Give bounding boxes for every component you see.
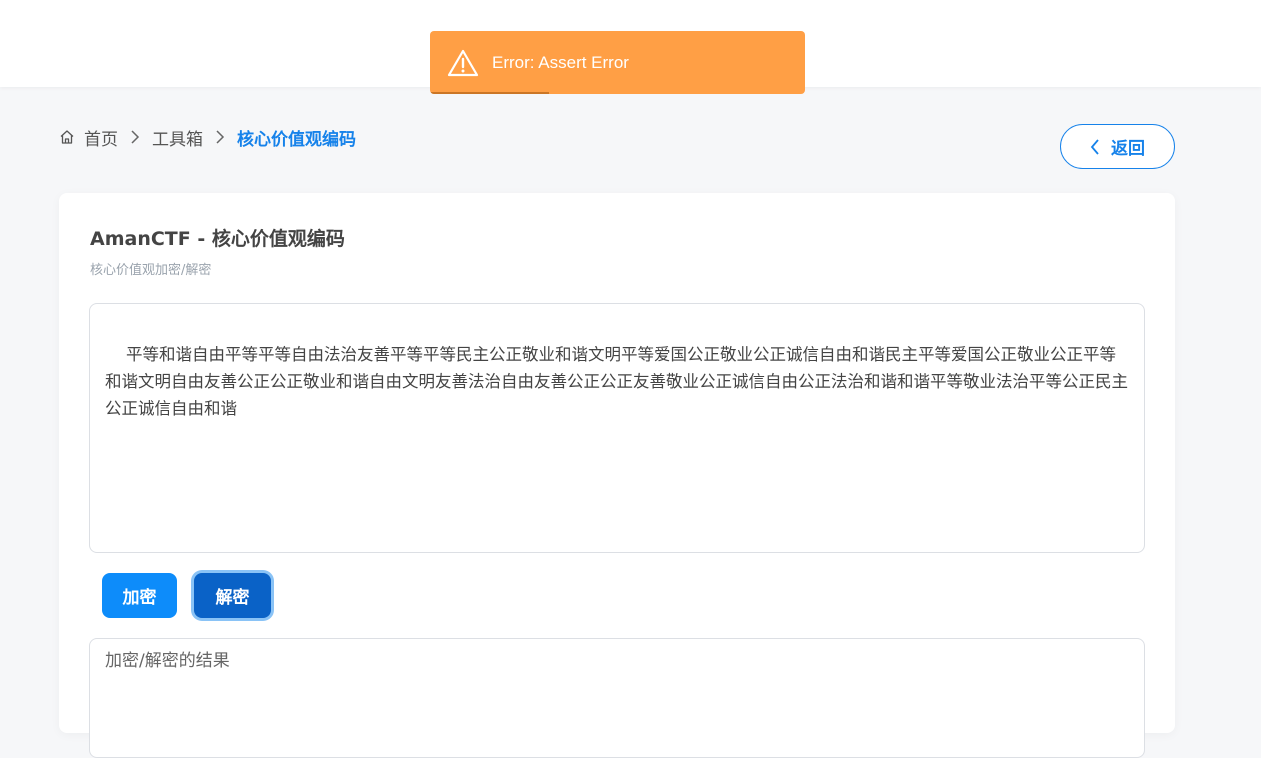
error-toast[interactable]: Error: Assert Error xyxy=(430,31,805,94)
input-textarea[interactable]: 平等和谐自由平等平等自由法治友善平等平等民主公正敬业和谐文明平等爱国公正敬业公正… xyxy=(89,303,1145,553)
chevron-right-icon xyxy=(215,130,225,144)
decrypt-button[interactable]: 解密 xyxy=(194,573,271,618)
chevron-right-icon xyxy=(130,130,140,144)
toast-progress-bar xyxy=(430,92,549,94)
warning-icon xyxy=(447,49,479,77)
breadcrumb-current: 核心价值观编码 xyxy=(237,129,356,150)
chevron-left-icon xyxy=(1090,138,1100,155)
tool-card: AmanCTF - 核心价值观编码 核心价值观加密/解密 平等和谐自由平等平等自… xyxy=(59,193,1175,758)
breadcrumb-toolbox[interactable]: 工具箱 xyxy=(152,125,203,150)
back-button-label: 返回 xyxy=(1111,139,1145,159)
breadcrumb: 首页 工具箱 核心价值观编码 xyxy=(59,124,356,150)
card-subtitle: 核心价值观加密/解密 xyxy=(90,263,212,278)
resize-grip-icon[interactable] xyxy=(1131,539,1141,549)
back-button[interactable]: 返回 xyxy=(1060,124,1175,169)
breadcrumb-home[interactable]: 首页 xyxy=(84,125,118,150)
toast-message: Error: Assert Error xyxy=(492,52,629,72)
output-placeholder: 加密/解密的结果 xyxy=(105,651,230,671)
home-icon[interactable] xyxy=(59,129,75,145)
card-title: AmanCTF - 核心价值观编码 xyxy=(90,228,345,250)
encrypt-button[interactable]: 加密 xyxy=(102,573,177,618)
input-text: 平等和谐自由平等平等自由法治友善平等平等民主公正敬业和谐文明平等爱国公正敬业公正… xyxy=(105,345,1128,418)
output-textarea[interactable]: 加密/解密的结果 xyxy=(89,638,1145,758)
